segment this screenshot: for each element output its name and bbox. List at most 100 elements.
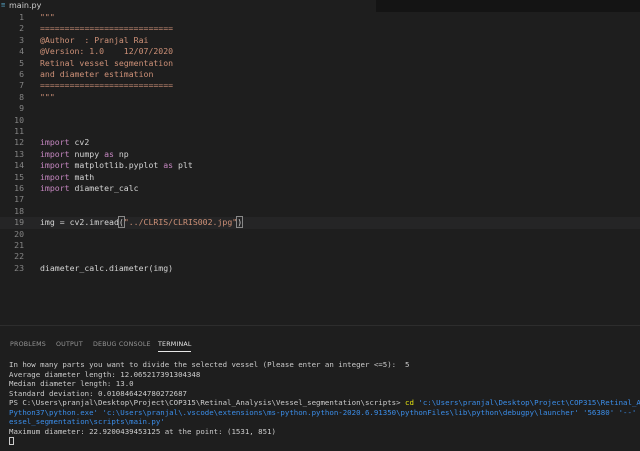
terminal-prompt-line: PS C:\Users\pranjal\Desktop\Project\COP3… — [9, 398, 640, 408]
python-file-icon: ≡ — [1, 1, 6, 9]
code-token: img = cv2.imread — [40, 217, 119, 228]
line-number: 8 — [19, 91, 24, 102]
code-line[interactable]: 8 """ — [0, 92, 640, 103]
terminal-prompt: PS C:\Users\pranjal\Desktop\Project\COP3… — [9, 398, 401, 407]
code-line[interactable]: 20 — [0, 229, 640, 240]
terminal-output[interactable]: In how many parts you want to divide the… — [9, 360, 640, 451]
code-line[interactable]: 21 — [0, 240, 640, 251]
title-bar: ≡ main.py — [0, 0, 640, 12]
line-number: 6 — [19, 69, 24, 79]
title-bar-right-area — [376, 0, 640, 12]
keyword-token: as — [163, 160, 174, 171]
code-line[interactable]: 3 @Author : Pranjal Rai — [0, 35, 640, 46]
line-number: 11 — [14, 126, 24, 136]
code-token: matplotlib.pyplot — [69, 160, 164, 171]
line-number: 12 — [14, 137, 24, 148]
line-number: 1 — [19, 12, 24, 22]
line-number: 20 — [14, 228, 24, 239]
line-number: 19 — [14, 217, 24, 228]
tab-problems[interactable]: PROBLEMS — [10, 341, 46, 349]
terminal-line: Average diameter length: 12.065217391304… — [9, 369, 201, 379]
string-token: """ — [40, 12, 55, 22]
bottom-panel: PROBLEMS OUTPUT DEBUG CONSOLE TERMINAL I… — [0, 325, 640, 451]
code-line[interactable]: 9 — [0, 103, 640, 114]
terminal-line: Maximum diameter: 22.9200439453125 at th… — [9, 426, 276, 436]
terminal-cursor-line — [9, 436, 640, 446]
file-tab[interactable]: main.py — [9, 1, 41, 11]
terminal-line: Python37\python.exe' 'c:\Users\pranjal\.… — [9, 407, 637, 417]
code-text: """ — [40, 12, 55, 23]
code-text: import math — [40, 172, 94, 183]
code-line[interactable]: 22 — [0, 251, 640, 262]
tab-debug-console[interactable]: DEBUG CONSOLE — [93, 341, 151, 349]
code-text: @Version: 1.0 12/07/2020 — [40, 46, 173, 57]
line-number: 17 — [14, 194, 24, 205]
line-number: 13 — [14, 148, 24, 159]
line-number: 15 — [14, 171, 24, 182]
code-line[interactable]: 1 """ — [0, 12, 640, 23]
line-number: 21 — [14, 240, 24, 250]
line-number: 18 — [14, 205, 24, 216]
code-token: diameter_calc.diameter(img) — [40, 262, 174, 273]
terminal-line: Median diameter length: 13.0 — [9, 379, 134, 388]
code-line[interactable]: 23 diameter_calc.diameter(img) — [0, 263, 640, 274]
terminal-line: In how many parts you want to divide the… — [9, 360, 410, 369]
code-text: """ — [40, 92, 55, 103]
code-line[interactable]: 2 =========================== — [0, 23, 640, 34]
line-number: 5 — [19, 57, 24, 68]
keyword-token: import — [40, 137, 70, 148]
line-number: 16 — [14, 183, 24, 193]
code-text: diameter_calc.diameter(img) — [40, 263, 173, 274]
code-token: diameter_calc — [69, 183, 139, 193]
code-line[interactable]: 4 @Version: 1.0 12/07/2020 — [0, 46, 640, 57]
line-number: 23 — [14, 262, 24, 273]
code-text: import cv2 — [40, 137, 89, 148]
code-line[interactable]: 17 — [0, 194, 640, 205]
keyword-token: import — [40, 148, 70, 159]
code-line[interactable]: 10 — [0, 115, 640, 126]
keyword-token: as — [104, 148, 114, 159]
line-number: 7 — [19, 80, 24, 91]
code-text: import numpy as np — [40, 149, 129, 160]
code-text: @Author : Pranjal Rai — [40, 35, 148, 46]
code-line[interactable]: 11 — [0, 126, 640, 137]
code-text: =========================== — [40, 23, 173, 34]
code-line[interactable]: 13 import numpy as np — [0, 149, 640, 160]
terminal-command: cd — [400, 398, 419, 407]
code-line[interactable]: 16 import diameter_calc — [0, 183, 640, 194]
tab-output[interactable]: OUTPUT — [56, 341, 83, 349]
line-number: 3 — [19, 34, 24, 45]
code-line[interactable]: 14 import matplotlib.pyplot as plt — [0, 160, 640, 171]
terminal-line: essel_segmentation\scripts\main.py' — [9, 417, 165, 426]
code-line[interactable]: 19 img = cv2.imread("../CLRIS/CLRIS002.jp… — [0, 216, 640, 229]
terminal-command-arg: 'c:\Users\pranjal\Desktop\Project\COP315… — [418, 398, 640, 407]
code-token: cv2 — [69, 137, 90, 148]
line-number: 4 — [19, 46, 24, 57]
code-token: np — [113, 148, 129, 159]
code-editor[interactable]: 1 """ 2 =========================== 3 @Author… — [0, 12, 640, 325]
line-number: 9 — [19, 103, 24, 114]
terminal-cursor — [9, 437, 14, 445]
code-line[interactable]: 6 and diameter estimation — [0, 69, 640, 80]
code-text: img = cv2.imread("../CLRIS/CLRIS002.jpg"… — [40, 216, 244, 229]
line-number: 2 — [19, 23, 24, 34]
string-token: =========================== — [40, 80, 174, 91]
code-line[interactable]: 18 — [0, 206, 640, 217]
tab-terminal[interactable]: TERMINAL — [158, 341, 192, 349]
string-token: @Author : Pranjal Rai — [40, 34, 149, 45]
string-token: "../CLRIS/CLRIS002.jpg" — [123, 217, 238, 228]
code-line[interactable]: 12 import cv2 — [0, 137, 640, 148]
code-token: plt — [173, 160, 193, 171]
code-text: =========================== — [40, 80, 173, 91]
code-text: import matplotlib.pyplot as plt — [40, 160, 193, 171]
code-line[interactable]: 5 Retinal vessel segmentation — [0, 58, 640, 69]
code-line[interactable]: 15 import math — [0, 172, 640, 183]
code-text: import diameter_calc — [40, 183, 139, 194]
terminal-line: Standard deviation: 0.010846424780272687 — [9, 388, 187, 398]
string-token: """ — [40, 91, 55, 102]
code-line[interactable]: 7 =========================== — [0, 80, 640, 91]
keyword-token: import — [40, 160, 70, 171]
line-number: 10 — [14, 114, 24, 125]
string-token: =========================== — [40, 23, 174, 34]
code-token: numpy — [69, 148, 105, 159]
